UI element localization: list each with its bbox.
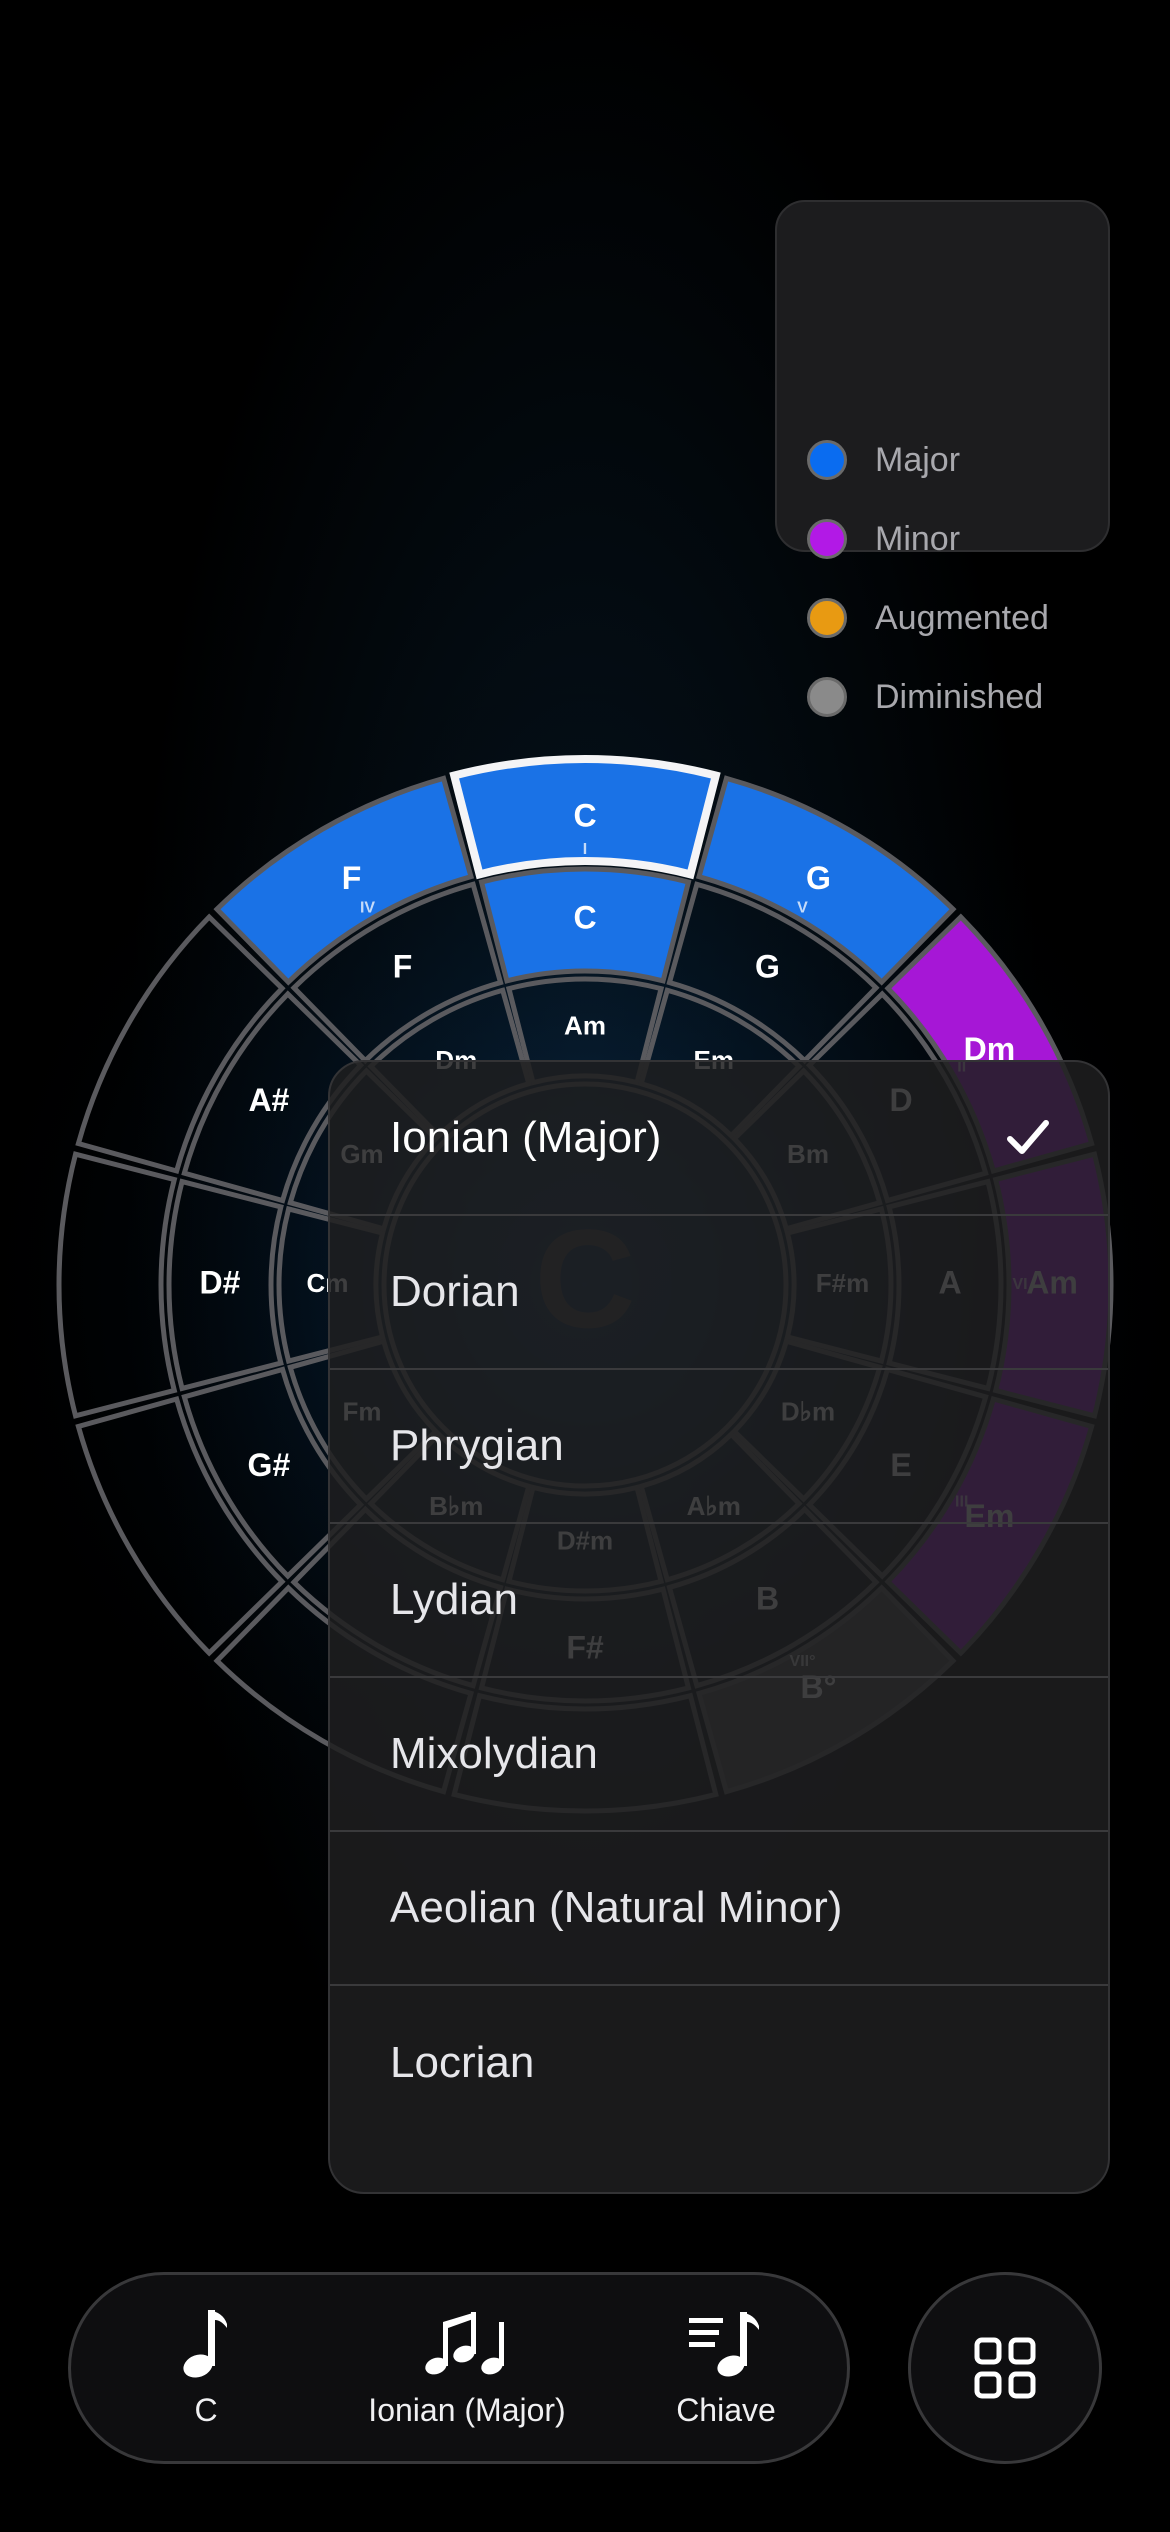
mode-menu: Ionian (Major) Dorian Phrygian Lydian Mi… — [328, 1060, 1110, 2194]
chord-label: G — [806, 860, 831, 896]
chord-label: G — [755, 948, 780, 984]
legend-item-diminished: Diminished — [807, 672, 1043, 722]
outer-ring-segment[interactable] — [56, 1151, 178, 1419]
notes-icon — [425, 2311, 504, 2374]
roman-numeral-label: I — [583, 841, 587, 858]
legend-label: Major — [875, 440, 961, 479]
roman-numeral-label: V — [797, 899, 808, 916]
app-screen: CIGVDmIIAmVIEmIIIB°VII°FIVCGDAEBF#G#D#A#… — [0, 0, 1170, 2532]
chord-label: F — [393, 948, 413, 984]
chord-label: G# — [248, 1447, 291, 1483]
tab-label: Ionian (Major) — [368, 2391, 566, 2428]
tab-label: Chiave — [676, 2391, 776, 2428]
bottom-toolbar: C Ionian (Major) Chiave — [68, 2272, 850, 2464]
mode-label: Mixolydian — [390, 1729, 598, 1778]
grid-icon — [974, 2337, 1036, 2399]
tab-label: C — [194, 2391, 218, 2428]
mode-item-aeolian[interactable]: Aeolian (Natural Minor) — [330, 1832, 1108, 1986]
chord-type-legend: Major Minor Augmented Diminished — [775, 200, 1110, 717]
legend-item-major: Major — [807, 435, 960, 485]
chord-label: C — [573, 899, 596, 935]
legend-label: Augmented — [875, 598, 1049, 637]
checkmark-icon — [1007, 1120, 1049, 1154]
legend-label: Minor — [875, 519, 961, 558]
key-signature-icon — [689, 2311, 759, 2377]
major-color-dot — [807, 440, 847, 480]
eighth-note-icon — [183, 2309, 227, 2378]
minor-color-dot — [807, 519, 847, 559]
mode-item-mixolydian[interactable]: Mixolydian — [330, 1678, 1108, 1832]
grid-menu-button[interactable] — [908, 2272, 1102, 2464]
key-tab[interactable]: C — [131, 2275, 281, 2461]
mode-label: Phrygian — [390, 1421, 564, 1470]
chord-label: D# — [200, 1264, 241, 1300]
mode-label: Ionian (Major) — [390, 1113, 662, 1162]
mode-label: Lydian — [390, 1575, 519, 1624]
mode-item-phrygian[interactable]: Phrygian — [330, 1370, 1108, 1524]
legend-label: Diminished — [875, 677, 1044, 716]
mode-label: Locrian — [390, 2038, 535, 2087]
mode-item-lydian[interactable]: Lydian — [330, 1524, 1108, 1678]
mode-item-ionian[interactable]: Ionian (Major) — [330, 1062, 1108, 1216]
legend-item-augmented: Augmented — [807, 593, 1049, 643]
chord-label: F — [342, 860, 362, 896]
mode-label: Aeolian (Natural Minor) — [390, 1883, 843, 1932]
roman-numeral-label: IV — [360, 899, 375, 916]
diminished-color-dot — [807, 677, 847, 717]
mode-label: Dorian — [390, 1267, 520, 1316]
chord-label: Am — [564, 1010, 606, 1040]
key-signature-tab[interactable]: Chiave — [651, 2275, 801, 2461]
mode-tab[interactable]: Ionian (Major) — [339, 2275, 595, 2461]
augmented-color-dot — [807, 598, 847, 638]
chord-label: A# — [248, 1082, 289, 1118]
mode-item-locrian[interactable]: Locrian — [330, 1986, 1108, 2140]
mode-item-dorian[interactable]: Dorian — [330, 1216, 1108, 1370]
legend-item-minor: Minor — [807, 514, 960, 564]
chord-label: C — [573, 797, 596, 833]
